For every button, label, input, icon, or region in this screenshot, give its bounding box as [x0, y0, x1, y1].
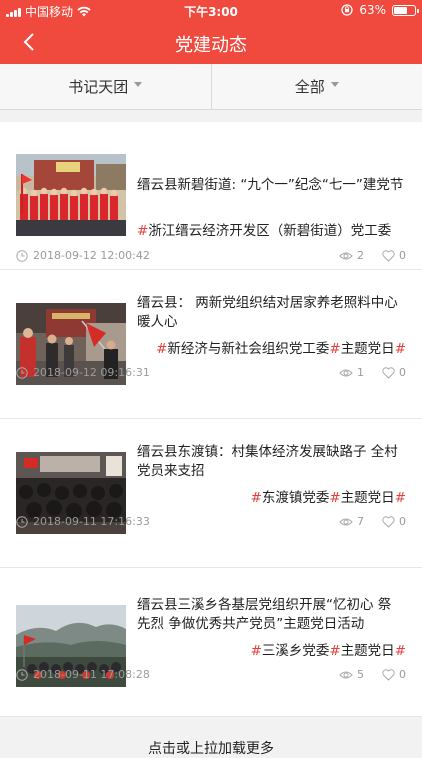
article-stats: 5 0 [339, 668, 406, 681]
heart-icon[interactable] [382, 367, 395, 379]
article-date-text: 2018-09-11 17:16:33 [33, 515, 150, 528]
caret-down-icon [331, 82, 339, 87]
article-item[interactable]: 缙云县： 两新党组织结对居家养老照料中心暖人心 #新经济与新社会组织党工委#主题… [0, 270, 422, 419]
article-date-text: 2018-09-11 17:08:28 [33, 668, 150, 681]
article-tags: #浙江缙云经济开发区（新碧街道）党工委 [137, 219, 406, 239]
view-count: 5 [357, 668, 364, 681]
article-meta: 2018-09-12 09:16:31 1 0 [16, 366, 406, 382]
battery-icon [392, 5, 416, 16]
hashtag-mark: # [329, 341, 340, 357]
heart-icon[interactable] [382, 250, 395, 262]
filter-bar: 书记天团 全部 [0, 64, 422, 110]
nav-bar: 党建动态 [0, 20, 422, 64]
tag-text[interactable]: 新经济与新社会组织党工委 [167, 341, 329, 357]
hashtag-mark: # [395, 643, 406, 659]
status-right: 63% [341, 3, 416, 17]
article-title: 缙云县： 两新党组织结对居家养老照料中心暖人心 [137, 294, 404, 332]
like-count: 0 [399, 515, 406, 528]
article-list: 缙云县新碧街道: “九个一”纪念“七一”建党节 #浙江缙云经济开发区（新碧街道）… [0, 122, 422, 717]
tag-text[interactable]: 三溪乡党委 [262, 643, 330, 659]
article-meta: 2018-09-12 12:00:42 2 0 [16, 249, 406, 265]
clock-icon [16, 250, 28, 262]
hashtag-mark: # [137, 223, 148, 239]
heart-icon[interactable] [382, 669, 395, 681]
hashtag-mark: # [251, 643, 262, 659]
orientation-lock-icon [341, 4, 353, 16]
hashtag-mark: # [329, 490, 340, 506]
article-stats: 7 0 [339, 515, 406, 528]
load-more-label: 点击或上拉加载更多 [0, 738, 422, 758]
hashtag-mark: # [251, 490, 262, 506]
article-tags: #三溪乡党委#主题党日# [137, 639, 406, 659]
battery-level [394, 7, 407, 14]
filter-scope-label: 全部 [295, 76, 325, 97]
filter-category-dropdown[interactable]: 书记天团 [0, 64, 211, 109]
status-bar: 中国移动 下午3:00 63% [0, 0, 422, 20]
article-stats: 1 0 [339, 366, 406, 379]
filter-category-label: 书记天团 [68, 76, 128, 97]
article-thumbnail [16, 154, 126, 236]
clock-icon [16, 516, 28, 528]
view-count: 7 [357, 515, 364, 528]
article-date: 2018-09-12 09:16:31 [16, 366, 150, 379]
eye-icon [339, 368, 353, 378]
like-count: 0 [399, 249, 406, 262]
article-item[interactable]: 缙云县新碧街道: “九个一”纪念“七一”建党节 #浙江缙云经济开发区（新碧街道）… [0, 122, 422, 270]
article-meta: 2018-09-11 17:08:28 5 0 [16, 668, 406, 684]
clock-icon [16, 367, 28, 379]
article-tags: #东渡镇党委#主题党日# [137, 486, 406, 506]
eye-icon [339, 251, 353, 261]
tag-text[interactable]: 主题党日 [341, 341, 395, 357]
heart-icon[interactable] [382, 516, 395, 528]
tag-text[interactable]: 主题党日 [341, 490, 395, 506]
hashtag-mark: # [156, 341, 167, 357]
caret-down-icon [134, 82, 142, 87]
article-date-text: 2018-09-12 12:00:42 [33, 249, 150, 262]
eye-icon [339, 517, 353, 527]
article-stats: 2 0 [339, 249, 406, 262]
article-title: 缙云县三溪乡各基层党组织开展“忆初心 祭先烈 争做优秀共产党员”主题党日活动 [137, 596, 404, 634]
page-title: 党建动态 [0, 31, 422, 57]
view-count: 1 [357, 366, 364, 379]
clock-icon [16, 669, 28, 681]
tag-text[interactable]: 东渡镇党委 [262, 490, 330, 506]
hashtag-mark: # [395, 341, 406, 357]
article-item[interactable]: 缙云县三溪乡各基层党组织开展“忆初心 祭先烈 争做优秀共产党员”主题党日活动 #… [0, 568, 422, 717]
article-date-text: 2018-09-12 09:16:31 [33, 366, 150, 379]
hashtag-mark: # [329, 643, 340, 659]
article-title: 缙云县新碧街道: “九个一”纪念“七一”建党节 [137, 176, 404, 195]
article-tags: #新经济与新社会组织党工委#主题党日# [137, 337, 406, 357]
article-date: 2018-09-11 17:16:33 [16, 515, 150, 528]
article-date: 2018-09-12 12:00:42 [16, 249, 150, 262]
like-count: 0 [399, 668, 406, 681]
tag-text[interactable]: 主题党日 [341, 643, 395, 659]
article-title: 缙云县东渡镇：村集体经济发展缺路子 全村党员来支招 [137, 443, 404, 481]
view-count: 2 [357, 249, 364, 262]
article-date: 2018-09-11 17:08:28 [16, 668, 150, 681]
filter-scope-dropdown[interactable]: 全部 [211, 64, 422, 109]
hashtag-mark: # [395, 490, 406, 506]
article-meta: 2018-09-11 17:16:33 7 0 [16, 515, 406, 531]
battery-percent: 63% [359, 3, 386, 17]
tag-text[interactable]: 浙江缙云经济开发区（新碧街道）党工委 [148, 223, 391, 239]
article-item[interactable]: 缙云县东渡镇：村集体经济发展缺路子 全村党员来支招 #东渡镇党委#主题党日# 2… [0, 419, 422, 568]
eye-icon [339, 670, 353, 680]
like-count: 0 [399, 366, 406, 379]
load-more[interactable]: 点击或上拉加载更多 [0, 718, 422, 750]
